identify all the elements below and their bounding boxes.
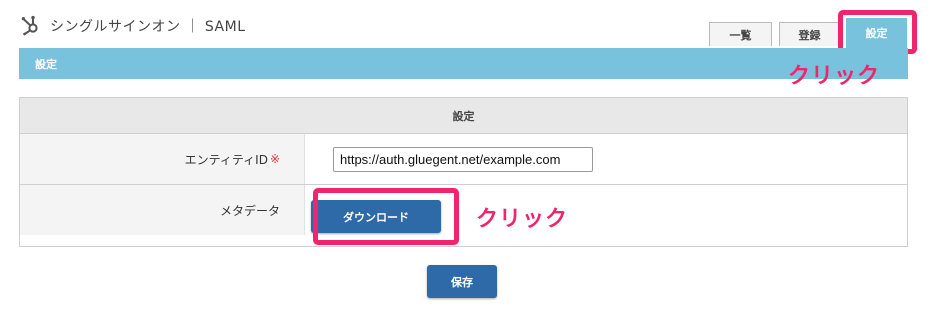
metadata-row: メタデータ: [20, 184, 907, 235]
section-title: 設定: [35, 57, 57, 71]
required-mark: ※: [269, 152, 280, 166]
form-heading-label: 設定: [452, 109, 475, 123]
form-heading: 設定: [20, 98, 907, 134]
hubspot-sprocket-icon: [21, 15, 38, 36]
app-title: シングルサインオン ｜ SAML: [50, 19, 246, 35]
section-title-bar: 設定: [19, 48, 908, 79]
tab-register[interactable]: 登録: [779, 22, 840, 46]
entity-id-label: エンティティID: [184, 152, 268, 167]
entity-id-value-cell: [305, 134, 907, 184]
download-button-highlight: [313, 188, 459, 245]
settings-form-table: 設定 エンティティID※ メタデータ: [19, 97, 908, 247]
tab-list[interactable]: 一覧: [709, 22, 772, 46]
metadata-label-cell: メタデータ: [20, 185, 305, 235]
entity-id-label-cell: エンティティID ※: [20, 134, 305, 184]
click-annotation-download: クリック: [476, 207, 569, 232]
entity-id-input[interactable]: [333, 146, 593, 172]
save-button[interactable]: 保存: [427, 265, 497, 298]
metadata-label: メタデータ: [219, 203, 280, 218]
entity-id-row: エンティティID ※: [20, 134, 907, 184]
click-annotation-settings: クリック: [788, 64, 881, 89]
